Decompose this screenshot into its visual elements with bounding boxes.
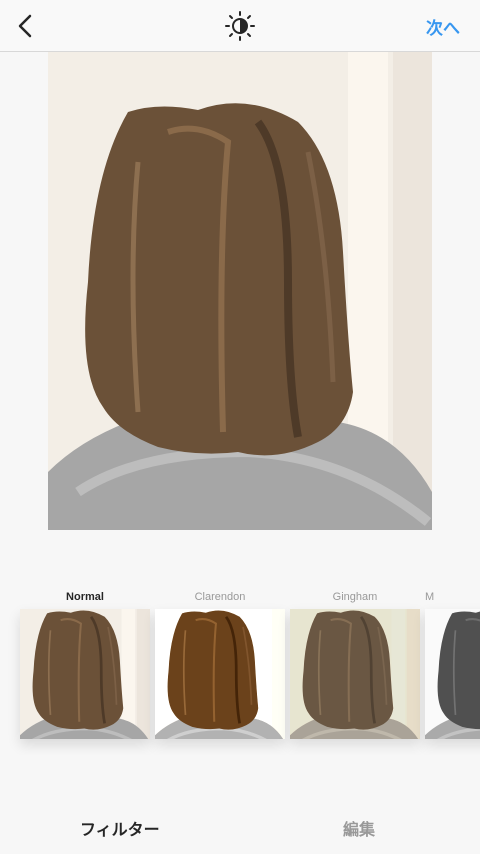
filter-label: M: [425, 591, 435, 603]
filter-thumbnail: [155, 609, 285, 739]
top-bar: 次へ: [0, 0, 480, 52]
filter-thumbnail: [20, 609, 150, 739]
filter-strip[interactable]: Normal Clarendon Gingham M: [0, 585, 480, 755]
filter-clarendon[interactable]: Clarendon: [155, 585, 285, 739]
bottom-tab-bar: フィルター 編集: [0, 800, 480, 854]
photo-preview: [48, 52, 432, 530]
filter-thumbnail: [425, 609, 480, 739]
lux-sun-icon[interactable]: [224, 10, 256, 42]
filter-normal[interactable]: Normal: [20, 585, 150, 739]
filter-thumbnail: [290, 609, 420, 739]
filter-gingham[interactable]: Gingham: [290, 585, 420, 739]
filter-label: Clarendon: [194, 591, 246, 603]
chevron-left-icon[interactable]: [12, 12, 40, 40]
next-button[interactable]: 次へ: [426, 14, 460, 39]
tab-edit[interactable]: 編集: [343, 816, 375, 840]
filter-label: Gingham: [332, 591, 378, 603]
filter-label: Normal: [66, 591, 104, 603]
tab-filter[interactable]: フィルター: [80, 816, 160, 840]
filter-moon[interactable]: M: [425, 585, 480, 739]
